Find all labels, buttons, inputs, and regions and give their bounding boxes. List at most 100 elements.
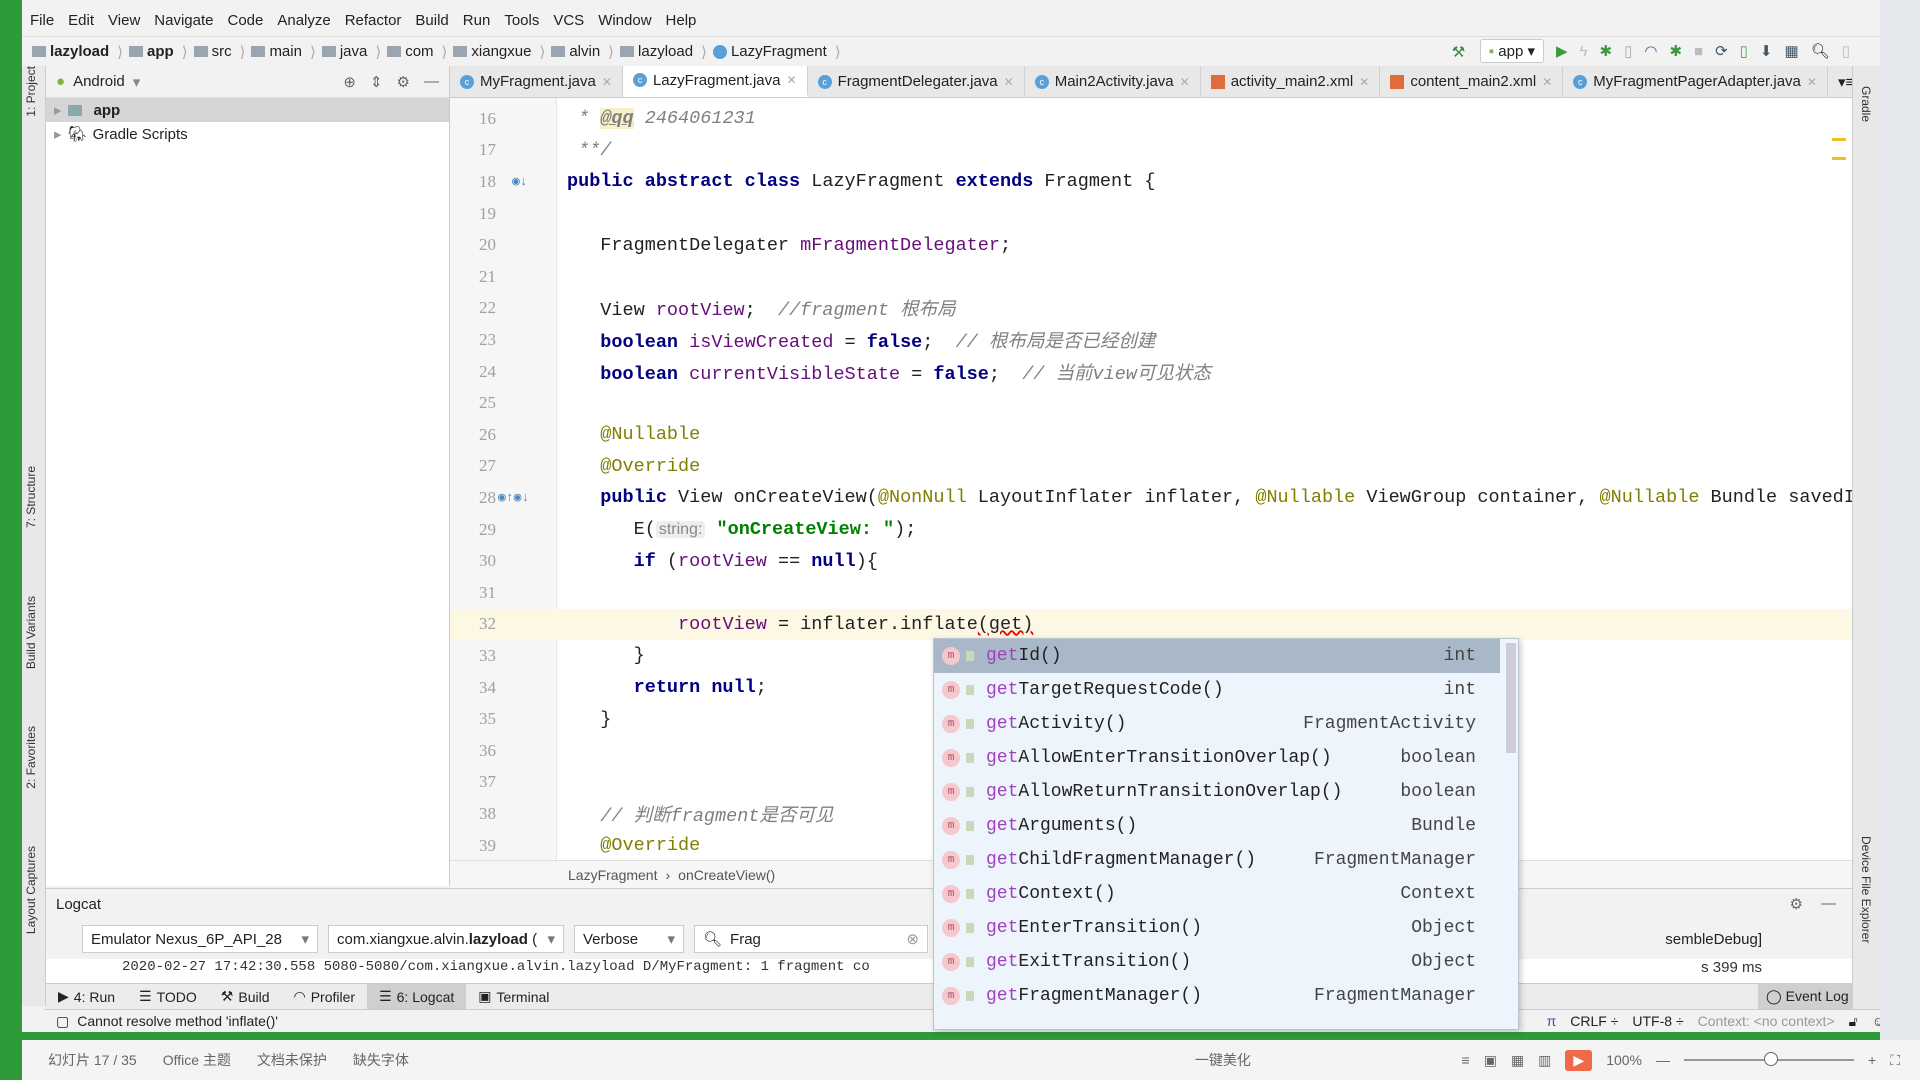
tool-window-todo[interactable]: ☰ TODO: [127, 984, 209, 1009]
menu-edit[interactable]: Edit: [68, 12, 94, 29]
event-log-button[interactable]: ◯ Event Log: [1758, 983, 1852, 1009]
apply-changes-icon[interactable]: ϟ: [1580, 43, 1588, 60]
implemented-icon[interactable]: ◉↓: [512, 174, 528, 189]
tool-gradle[interactable]: Gradle: [1859, 86, 1873, 122]
project-structure-icon[interactable]: ▦: [1785, 42, 1799, 60]
popup-scrollbar[interactable]: [1506, 643, 1516, 753]
completion-item[interactable]: m get Context() Context: [934, 877, 1500, 911]
tool-layout-captures[interactable]: Layout Captures: [24, 846, 38, 934]
tabs-overflow-button[interactable]: ▾≡1: [1828, 66, 1852, 97]
breadcrumb-item[interactable]: lazyload ⟩: [32, 43, 123, 61]
close-icon[interactable]: ✕: [787, 73, 797, 87]
close-icon[interactable]: ✕: [1807, 75, 1817, 89]
run-config-select[interactable]: ▪ app ▾: [1479, 39, 1544, 63]
logcat-search-input[interactable]: 🔍︎ Frag ⊗: [694, 925, 928, 953]
sorter-view-icon[interactable]: ▦: [1511, 1052, 1524, 1069]
close-icon[interactable]: ✕: [602, 75, 612, 89]
override-icon[interactable]: ◉↑◉↓: [498, 490, 529, 505]
beautify-button[interactable]: 一键美化: [1195, 1050, 1251, 1070]
menu-refactor[interactable]: Refactor: [345, 12, 402, 29]
tab-lazyfragment-java[interactable]: c LazyFragment.java ✕: [622, 66, 808, 97]
breadcrumb-item[interactable]: xiangxue ⟩: [453, 43, 545, 61]
crumb-method[interactable]: onCreateView(): [678, 867, 775, 883]
completion-item[interactable]: m get Id() int: [934, 639, 1500, 673]
completion-item[interactable]: m get TargetRequestCode() int: [934, 673, 1500, 707]
collapse-icon[interactable]: ⇕: [370, 73, 383, 91]
zoom-in-icon[interactable]: +: [1868, 1052, 1876, 1068]
lock-icon[interactable]: 🔓︎: [1849, 1013, 1858, 1030]
encoding[interactable]: UTF-8 ÷: [1632, 1013, 1683, 1029]
gear-icon[interactable]: ⚙: [397, 73, 410, 91]
protect-label[interactable]: 文档未保护: [257, 1050, 327, 1070]
tree-item-app[interactable]: ▸ app: [46, 98, 449, 122]
menu-build[interactable]: Build: [415, 12, 448, 29]
hammer-build-icon[interactable]: ⚒: [1452, 43, 1468, 61]
tool-window-build[interactable]: ⚒ Build: [209, 984, 282, 1009]
notes-icon[interactable]: ≡: [1462, 1052, 1470, 1068]
process-select[interactable]: com.xiangxue.alvin.lazyload (▾: [328, 925, 564, 953]
menu-run[interactable]: Run: [463, 12, 491, 29]
breadcrumb-item[interactable]: alvin ⟩: [551, 43, 614, 61]
completion-item[interactable]: m get AllowEnterTransitionOverlap() boolean: [934, 741, 1500, 775]
tab-fragmentdelegater-java[interactable]: c FragmentDelegater.java ✕: [808, 66, 1025, 97]
close-icon[interactable]: ✕: [1180, 75, 1190, 89]
normal-view-icon[interactable]: ▣: [1484, 1052, 1497, 1069]
tab-myfragment-java[interactable]: c MyFragment.java ✕: [450, 66, 623, 97]
tool-build-variants[interactable]: Build Variants: [24, 596, 38, 669]
close-icon[interactable]: ✕: [1359, 75, 1369, 89]
breadcrumb-item[interactable]: lazyload ⟩: [620, 43, 707, 61]
completion-item[interactable]: m get AllowReturnTransitionOverlap() boolea…: [934, 775, 1500, 809]
tool-window-terminal[interactable]: ▣ Terminal: [466, 984, 561, 1009]
menu-tools[interactable]: Tools: [504, 12, 539, 29]
warning-marker[interactable]: [1832, 138, 1846, 160]
tree-item-gradle-scripts[interactable]: ▸ 🐘︎ Gradle Scripts: [46, 122, 449, 146]
menu-file[interactable]: File: [30, 12, 54, 29]
run-icon[interactable]: ▶: [1556, 42, 1568, 60]
breadcrumb-item[interactable]: com ⟩: [387, 43, 447, 61]
crumb-class[interactable]: LazyFragment: [568, 867, 657, 883]
tool-device-file-explorer[interactable]: Device File Explorer: [1859, 836, 1873, 943]
clear-icon[interactable]: ⊗: [906, 930, 919, 948]
gear-icon[interactable]: ⚙: [1790, 895, 1803, 913]
fit-icon[interactable]: ⛶: [1890, 1052, 1900, 1069]
tab-activity-main2-xml[interactable]: activity_main2.xml ✕: [1201, 66, 1381, 97]
missing-font-label[interactable]: 缺失字体: [353, 1050, 409, 1070]
completion-item[interactable]: m get Activity() FragmentActivity: [934, 707, 1500, 741]
profile-icon[interactable]: ◠: [1644, 42, 1657, 60]
completion-item[interactable]: m get EnterTransition() Object: [934, 911, 1500, 945]
tool-project[interactable]: 1: Project: [24, 66, 38, 117]
log-level-select[interactable]: Verbose ▾: [574, 925, 684, 953]
completion-item[interactable]: m get ChildFragmentManager() FragmentManage…: [934, 843, 1500, 877]
reading-view-icon[interactable]: ▥: [1538, 1052, 1551, 1069]
zoom-slider[interactable]: [1684, 1052, 1854, 1066]
tab-main2activity-java[interactable]: c Main2Activity.java ✕: [1025, 66, 1201, 97]
breadcrumb-item[interactable]: java ⟩: [321, 43, 381, 61]
sync-gradle-icon[interactable]: ⟳: [1715, 42, 1728, 60]
completion-item[interactable]: m get ExitTransition() Object: [934, 945, 1500, 979]
locate-icon[interactable]: ⊕: [343, 73, 356, 91]
menu-vcs[interactable]: VCS: [553, 12, 584, 29]
menu-code[interactable]: Code: [227, 12, 263, 29]
attach-debugger-icon[interactable]: ✱: [1669, 42, 1682, 60]
completion-item[interactable]: m get FragmentManager() FragmentManager: [934, 979, 1500, 1013]
device-select[interactable]: Emulator Nexus_6P_API_28 ▾: [82, 925, 318, 953]
menu-analyze[interactable]: Analyze: [277, 12, 330, 29]
tool-window-logcat[interactable]: ☰ 6: Logcat: [367, 984, 467, 1009]
menu-view[interactable]: View: [108, 12, 140, 29]
coverage-icon[interactable]: ▯: [1624, 42, 1632, 60]
tool-window-run[interactable]: ▶ 4: Run: [46, 984, 127, 1009]
zoom-out-icon[interactable]: —: [1656, 1052, 1670, 1068]
debug-icon[interactable]: ✱: [1600, 42, 1613, 60]
close-icon[interactable]: ✕: [1004, 75, 1014, 89]
context[interactable]: Context: <no context>: [1698, 1013, 1835, 1029]
minimize-icon[interactable]: —: [424, 73, 439, 91]
breadcrumb-item[interactable]: LazyFragment ⟩: [712, 43, 841, 61]
user-icon[interactable]: ▯: [1842, 42, 1850, 60]
tool-structure[interactable]: 7: Structure: [24, 466, 38, 528]
zoom-level[interactable]: 100%: [1606, 1052, 1642, 1068]
line-separator[interactable]: CRLF ÷: [1570, 1013, 1618, 1029]
tool-favorites[interactable]: 2: Favorites: [24, 726, 38, 789]
project-view-select[interactable]: Android: [73, 73, 125, 90]
tab-myfragmentpageradapter-java[interactable]: c MyFragmentPagerAdapter.java ✕: [1563, 66, 1828, 97]
breadcrumb-item[interactable]: src ⟩: [193, 43, 245, 61]
